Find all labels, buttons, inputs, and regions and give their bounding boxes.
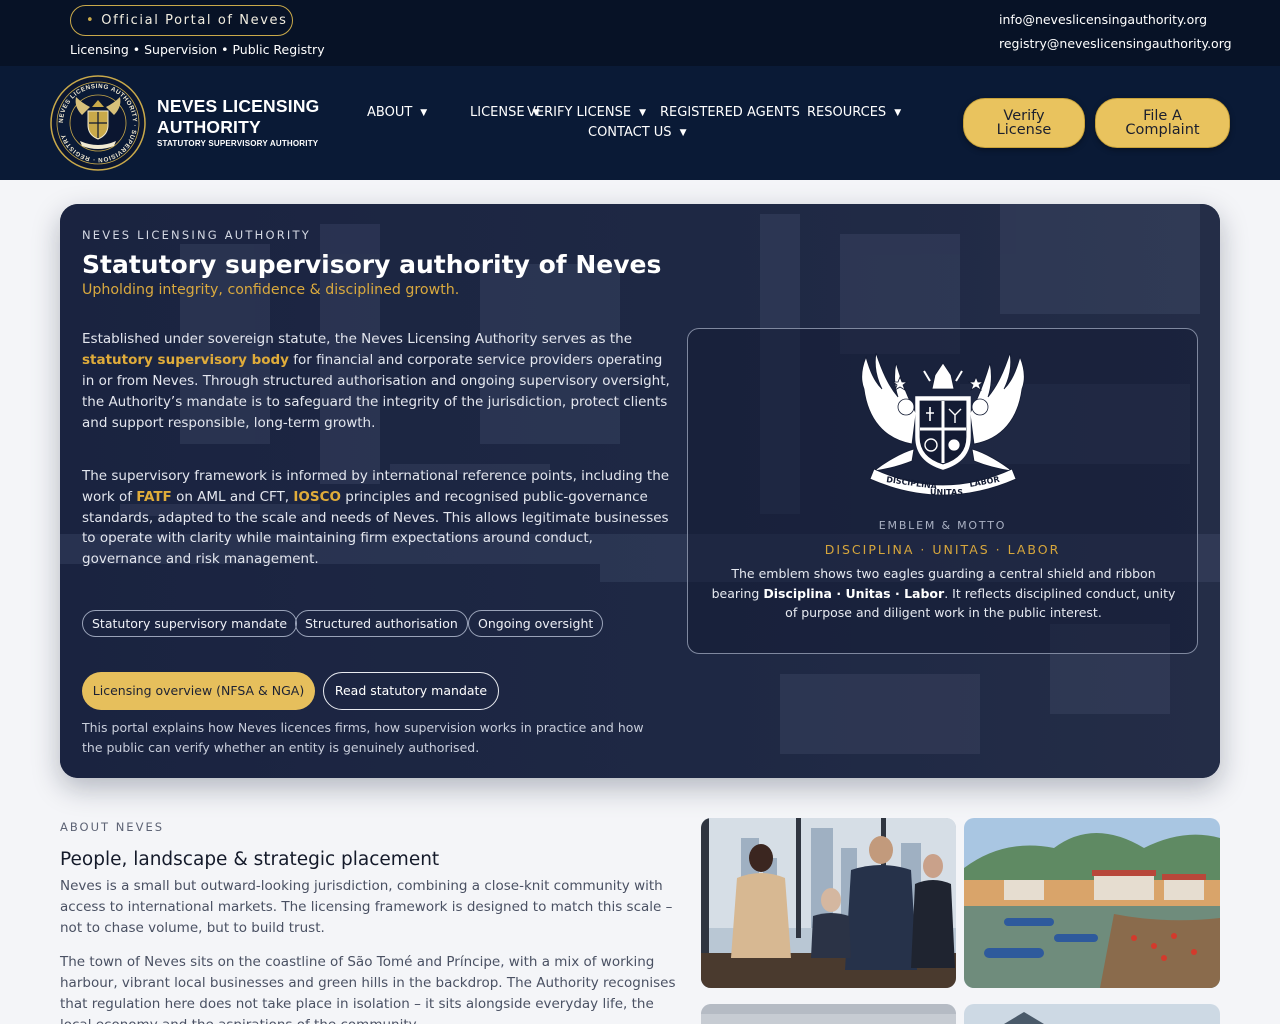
text-segment: Established under sovereign statute, the… xyxy=(82,331,632,347)
about-paragraph-1: Neves is a small but outward-looking jur… xyxy=(60,878,673,936)
email-info-link[interactable]: info@neveslicensingauthority.org xyxy=(999,12,1207,27)
read-mandate-button[interactable]: Read statutory mandate xyxy=(323,672,499,710)
nav-verify-license[interactable]: VERIFY LICENSE ▼ xyxy=(527,105,646,120)
top-tagline: Licensing • Supervision • Public Registr… xyxy=(70,42,325,57)
about-paragraph-2: The town of Neves sits on the coastline … xyxy=(60,954,676,1024)
ribbon-text-center: UNITAS xyxy=(930,488,963,497)
file-complaint-label: File A Complaint xyxy=(1125,108,1200,138)
nav-resources-label: RESOURCES xyxy=(807,105,887,120)
national-emblem-icon: DISCIPLINA UNITAS LABOR xyxy=(861,352,1025,497)
emblem-card: DISCIPLINA UNITAS LABOR EMBLEM & MOTTO D… xyxy=(687,328,1198,654)
emblem-label: EMBLEM & MOTTO xyxy=(878,519,1007,532)
motto-bold: Disciplina · Unitas · Labor xyxy=(763,585,945,601)
brand-name[interactable]: NEVES LICENSING AUTHORITY xyxy=(157,96,337,138)
building-photo xyxy=(964,1004,1220,1024)
nav-agents-label: REGISTERED AGENTS xyxy=(660,105,800,120)
highlight-fatf: FATF xyxy=(136,488,172,505)
nav-contact-us[interactable]: CONTACT US ▼ xyxy=(588,125,686,140)
hero-paragraph-framework: The supervisory framework is informed by… xyxy=(82,466,670,570)
nav-license-label: LICENSE xyxy=(470,105,525,120)
emblem-description: The emblem shows two eagles guarding a c… xyxy=(706,564,1181,623)
business-handshake-photo xyxy=(701,818,956,988)
licensing-overview-button[interactable]: Licensing overview (NFSA & NGA) xyxy=(82,672,315,710)
nav-contact-label: CONTACT US xyxy=(588,125,672,140)
nav-verify-label: VERIFY LICENSE xyxy=(527,105,632,120)
nav-about-label: ABOUT xyxy=(367,105,413,120)
hero-note: This portal explains how Neves licences … xyxy=(82,720,644,755)
chip-structured-authorisation: Structured authorisation xyxy=(295,610,468,637)
main-header: NEVES LICENSING AUTHORITY · SUPERVISION … xyxy=(0,66,1280,180)
hero-paragraph-mandate: Established under sovereign statute, the… xyxy=(82,329,670,434)
hero-subtitle: Upholding integrity, confidence & discip… xyxy=(82,282,460,298)
about-kicker: ABOUT NEVES xyxy=(60,820,165,834)
nav-registered-agents[interactable]: REGISTERED AGENTS xyxy=(660,105,800,120)
about-title: People, landscape & strategic placement xyxy=(60,849,440,870)
chevron-down-icon: ▼ xyxy=(639,108,647,118)
hero-title: Statutory supervisory authority of Neves xyxy=(82,250,662,279)
highlight-iosco: IOSCO xyxy=(293,488,341,505)
portal-label: Official Portal of Neves xyxy=(101,13,288,28)
official-portal-badge: • Official Portal of Neves xyxy=(70,5,293,36)
brand-subtitle: STATUTORY SUPERVISORY AUTHORITY xyxy=(157,139,319,148)
bullet-icon: • xyxy=(86,13,96,28)
chip-statutory-mandate: Statutory supervisory mandate xyxy=(82,610,298,637)
office-photo xyxy=(701,1004,956,1024)
verify-license-label: Verify License xyxy=(996,108,1052,138)
nav-resources[interactable]: RESOURCES ▼ xyxy=(807,105,901,120)
hero-kicker: NEVES LICENSING AUTHORITY xyxy=(82,228,311,242)
neves-harbour-photo xyxy=(964,818,1220,988)
chevron-down-icon: ▼ xyxy=(420,108,428,118)
chip-ongoing-oversight: Ongoing oversight xyxy=(468,610,604,637)
file-complaint-button[interactable]: File A Complaint xyxy=(1095,98,1230,148)
chevron-down-icon: ▼ xyxy=(679,128,687,138)
chevron-down-icon: ▼ xyxy=(894,108,902,118)
hero-section: NEVES LICENSING AUTHORITY Statutory supe… xyxy=(60,204,1220,778)
emblem-motto: DISCIPLINA · UNITAS · LABOR xyxy=(824,542,1061,557)
email-registry-link[interactable]: registry@neveslicensingauthority.org xyxy=(999,36,1232,51)
nav-about[interactable]: ABOUT ▼ xyxy=(367,105,427,120)
authority-seal-logo[interactable]: NEVES LICENSING AUTHORITY · SUPERVISION … xyxy=(50,75,146,171)
text-segment: on AML and CFT, xyxy=(171,488,294,505)
verify-license-button[interactable]: Verify License xyxy=(963,98,1085,148)
highlight-supervisory-body: statutory supervisory body xyxy=(82,352,289,368)
top-bar: • Official Portal of Neves Licensing • Su… xyxy=(0,0,1280,66)
